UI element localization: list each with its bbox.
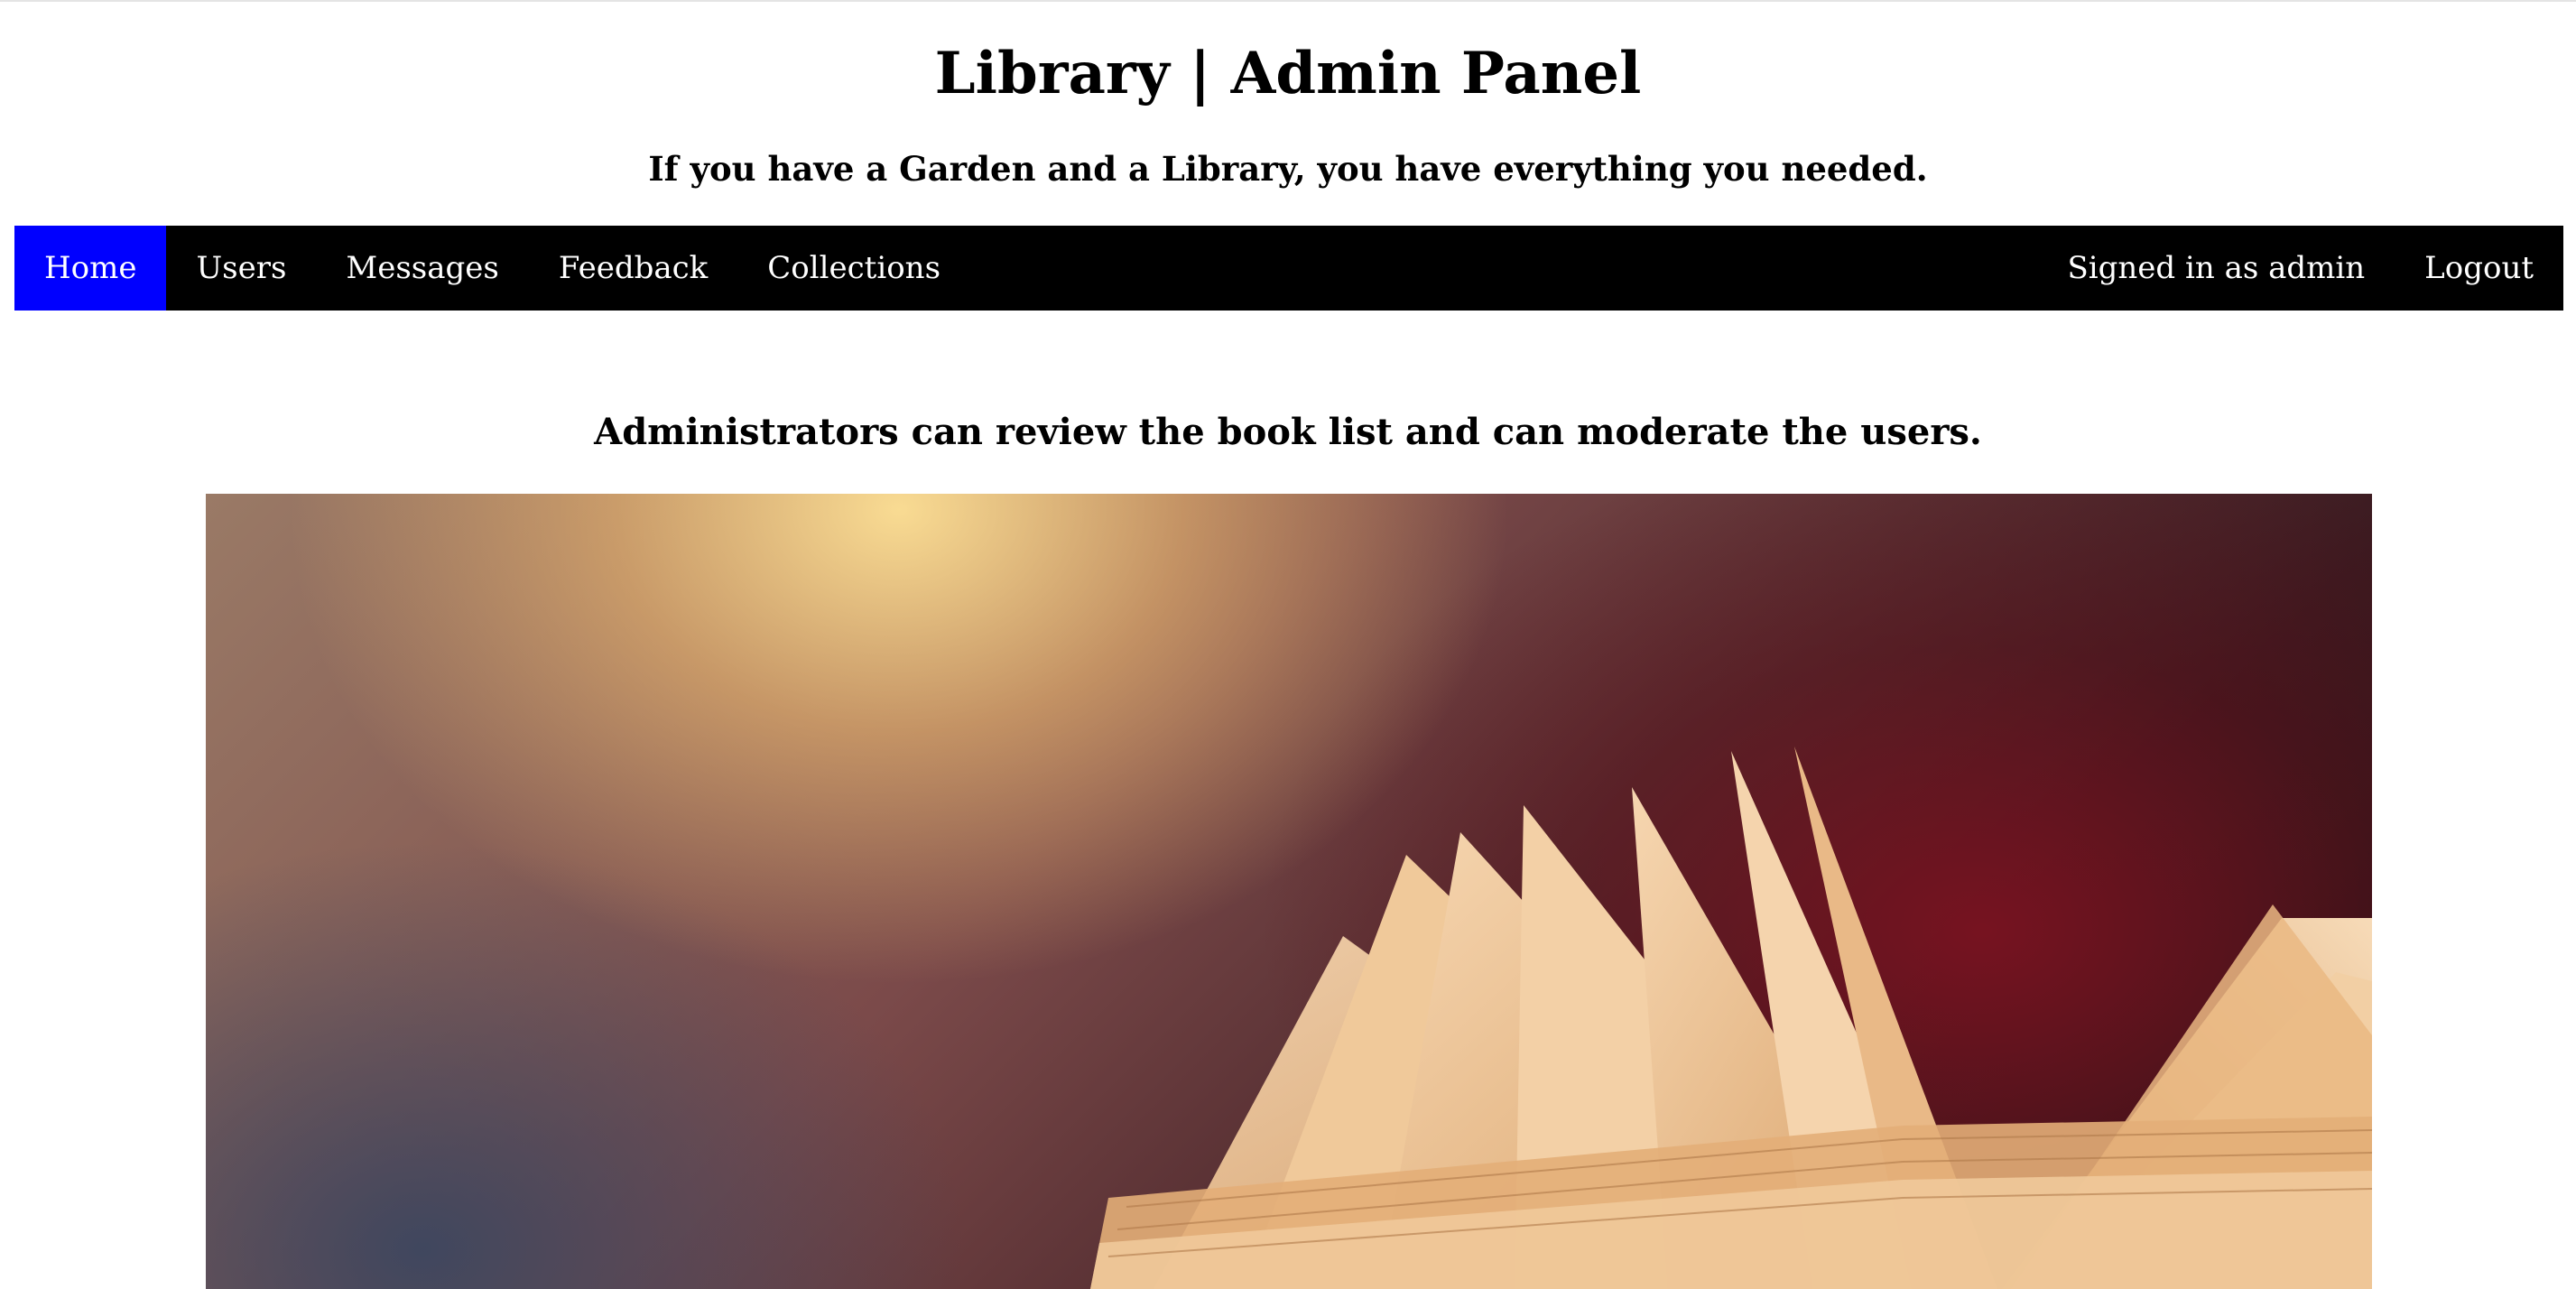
page-tagline: If you have a Garden and a Library, you … [648,149,1928,189]
nav-spacer [970,226,2037,311]
nav-feedback[interactable]: Feedback [529,226,737,311]
top-navbar: Home Users Messages Feedback Collections… [14,226,2563,311]
nav-home[interactable]: Home [14,226,167,311]
nav-signed-in-as[interactable]: Signed in as admin [2037,226,2395,311]
nav-collections[interactable]: Collections [737,226,970,311]
nav-messages[interactable]: Messages [316,226,528,311]
hero-image-open-book [206,494,2372,1289]
page-title: Library | Admin Panel [934,40,1642,107]
admin-intro-text: Administrators can review the book list … [594,411,1982,453]
nav-users[interactable]: Users [166,226,316,311]
open-book-illustration [1090,747,2372,1289]
nav-logout[interactable]: Logout [2395,226,2563,311]
